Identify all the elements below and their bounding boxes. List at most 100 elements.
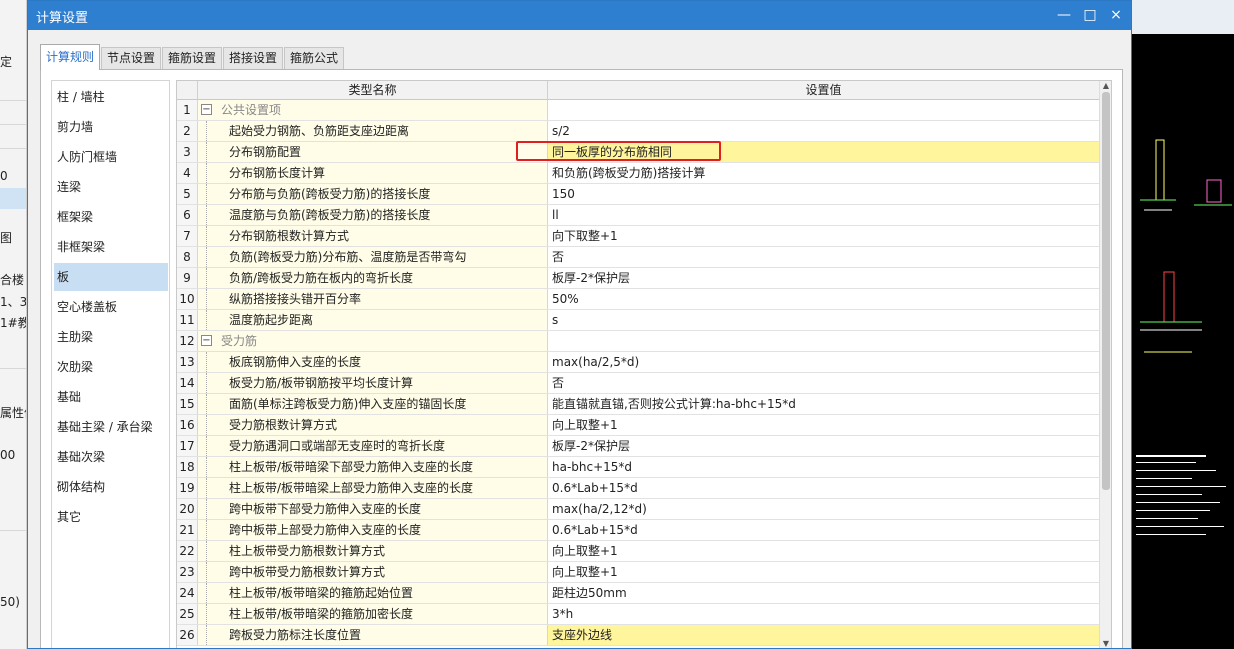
setting-row[interactable]: 13 板底钢筋伸入支座的长度 max(ha/2,5*d)	[177, 352, 1099, 373]
setting-value-cell[interactable]: 能直锚就直锚,否则按公式计算:ha-bhc+15*d	[548, 394, 1099, 414]
setting-name-cell[interactable]: 纵筋搭接接头错开百分率	[198, 289, 548, 309]
setting-name-cell[interactable]: − 公共设置项	[198, 100, 548, 120]
setting-value-cell[interactable]	[548, 331, 1099, 351]
cad-drawing-area[interactable]	[1132, 0, 1234, 649]
setting-name-cell[interactable]: 柱上板带/板带暗梁上部受力筋伸入支座的长度	[198, 478, 548, 498]
category-item[interactable]: 柱 / 墙柱	[54, 83, 168, 111]
setting-name-cell[interactable]: 柱上板带/板带暗梁下部受力筋伸入支座的长度	[198, 457, 548, 477]
collapse-toggle-icon[interactable]: −	[201, 335, 212, 346]
setting-value-cell[interactable]: 150	[548, 184, 1099, 204]
setting-row[interactable]: 7 分布钢筋根数计算方式 向下取整+1	[177, 226, 1099, 247]
setting-value-cell[interactable]: 3*h	[548, 604, 1099, 624]
setting-row[interactable]: 5 分布筋与负筋(跨板受力筋)的搭接长度 150	[177, 184, 1099, 205]
setting-name-cell[interactable]: 温度筋起步距离	[198, 310, 548, 330]
setting-name-cell[interactable]: 温度筋与负筋(跨板受力筋)的搭接长度	[198, 205, 548, 225]
setting-name-cell[interactable]: 柱上板带/板带暗梁的箍筋起始位置	[198, 583, 548, 603]
setting-value-cell[interactable]	[548, 100, 1099, 120]
category-item[interactable]: 基础主梁 / 承台梁	[54, 413, 168, 441]
setting-value-cell[interactable]: max(ha/2,5*d)	[548, 352, 1099, 372]
minimize-icon[interactable]: —	[1052, 4, 1076, 26]
setting-row[interactable]: 4 分布钢筋长度计算 和负筋(跨板受力筋)搭接计算	[177, 163, 1099, 184]
category-item[interactable]: 人防门框墙	[54, 143, 168, 171]
setting-value-cell[interactable]: 和负筋(跨板受力筋)搭接计算	[548, 163, 1099, 183]
setting-name-cell[interactable]: 负筋/跨板受力筋在板内的弯折长度	[198, 268, 548, 288]
setting-row[interactable]: 23 跨中板带受力筋根数计算方式 向上取整+1	[177, 562, 1099, 583]
setting-value-cell[interactable]: 距柱边50mm	[548, 583, 1099, 603]
setting-row[interactable]: 22 柱上板带受力筋根数计算方式 向上取整+1	[177, 541, 1099, 562]
setting-value-cell[interactable]: 板厚-2*保护层	[548, 436, 1099, 456]
setting-value-cell[interactable]: 向上取整+1	[548, 541, 1099, 561]
setting-name-cell[interactable]: 跨中板带受力筋根数计算方式	[198, 562, 548, 582]
setting-row[interactable]: 20 跨中板带下部受力筋伸入支座的长度 max(ha/2,12*d)	[177, 499, 1099, 520]
setting-name-cell[interactable]: 跨中板带下部受力筋伸入支座的长度	[198, 499, 548, 519]
category-item[interactable]: 连梁	[54, 173, 168, 201]
category-item[interactable]: 空心楼盖板	[54, 293, 168, 321]
setting-name-cell[interactable]: 受力筋根数计算方式	[198, 415, 548, 435]
category-item[interactable]: 框架梁	[54, 203, 168, 231]
setting-name-cell[interactable]: 分布钢筋根数计算方式	[198, 226, 548, 246]
scrollbar-thumb[interactable]	[1102, 92, 1110, 490]
close-icon[interactable]: ×	[1104, 4, 1128, 26]
category-item[interactable]: 主肋梁	[54, 323, 168, 351]
setting-value-cell[interactable]: 0.6*Lab+15*d	[548, 520, 1099, 540]
setting-name-cell[interactable]: 起始受力钢筋、负筋距支座边距离	[198, 121, 548, 141]
setting-value-cell[interactable]: 向上取整+1	[548, 562, 1099, 582]
category-item[interactable]: 次肋梁	[54, 353, 168, 381]
setting-value-cell[interactable]: 支座外边线	[548, 625, 1099, 645]
setting-row[interactable]: 17 受力筋遇洞口或端部无支座时的弯折长度 板厚-2*保护层	[177, 436, 1099, 457]
setting-row[interactable]: 19 柱上板带/板带暗梁上部受力筋伸入支座的长度 0.6*Lab+15*d	[177, 478, 1099, 499]
setting-value-cell[interactable]: ll	[548, 205, 1099, 225]
setting-value-cell[interactable]: 向下取整+1	[548, 226, 1099, 246]
maximize-icon[interactable]: □	[1078, 4, 1102, 26]
setting-name-cell[interactable]: 柱上板带受力筋根数计算方式	[198, 541, 548, 561]
vertical-scrollbar[interactable]: ▲ ▼	[1099, 81, 1111, 648]
scroll-up-icon[interactable]: ▲	[1101, 81, 1111, 91]
setting-value-cell[interactable]: max(ha/2,12*d)	[548, 499, 1099, 519]
group-row[interactable]: 12− 受力筋	[177, 331, 1099, 352]
background-selected-row[interactable]	[0, 188, 26, 209]
tab-stirrup-formula[interactable]: 箍筋公式	[284, 47, 345, 69]
tab-lap-settings[interactable]: 搭接设置	[223, 47, 284, 69]
setting-row[interactable]: 14 板受力筋/板带钢筋按平均长度计算 否	[177, 373, 1099, 394]
category-item[interactable]: 其它	[54, 503, 168, 531]
setting-value-cell[interactable]: 同一板厚的分布筋相同	[548, 142, 1099, 162]
setting-row[interactable]: 18 柱上板带/板带暗梁下部受力筋伸入支座的长度 ha-bhc+15*d	[177, 457, 1099, 478]
tab-stirrup-settings[interactable]: 箍筋设置	[162, 47, 223, 69]
setting-row[interactable]: 9 负筋/跨板受力筋在板内的弯折长度 板厚-2*保护层	[177, 268, 1099, 289]
setting-row[interactable]: 25 柱上板带/板带暗梁的箍筋加密长度 3*h	[177, 604, 1099, 625]
setting-name-cell[interactable]: 受力筋遇洞口或端部无支座时的弯折长度	[198, 436, 548, 456]
setting-name-cell[interactable]: 跨板受力筋标注长度位置	[198, 625, 548, 645]
setting-name-cell[interactable]: 分布钢筋长度计算	[198, 163, 548, 183]
setting-value-cell[interactable]: 0.6*Lab+15*d	[548, 478, 1099, 498]
setting-value-cell[interactable]: 否	[548, 373, 1099, 393]
category-item[interactable]: 砌体结构	[54, 473, 168, 501]
setting-row[interactable]: 16 受力筋根数计算方式 向上取整+1	[177, 415, 1099, 436]
setting-value-cell[interactable]: 50%	[548, 289, 1099, 309]
setting-row[interactable]: 10 纵筋搭接接头错开百分率 50%	[177, 289, 1099, 310]
setting-row[interactable]: 24 柱上板带/板带暗梁的箍筋起始位置 距柱边50mm	[177, 583, 1099, 604]
setting-name-cell[interactable]: 分布筋与负筋(跨板受力筋)的搭接长度	[198, 184, 548, 204]
category-item[interactable]: 基础次梁	[54, 443, 168, 471]
setting-name-cell[interactable]: 分布钢筋配置	[198, 142, 548, 162]
setting-value-cell[interactable]: s/2	[548, 121, 1099, 141]
category-item[interactable]: 剪力墙	[54, 113, 168, 141]
collapse-toggle-icon[interactable]: −	[201, 104, 212, 115]
setting-value-cell[interactable]: 板厚-2*保护层	[548, 268, 1099, 288]
setting-row[interactable]: 26 跨板受力筋标注长度位置 支座外边线	[177, 625, 1099, 646]
setting-name-cell[interactable]: 跨中板带上部受力筋伸入支座的长度	[198, 520, 548, 540]
category-item[interactable]: 基础	[54, 383, 168, 411]
tab-node-settings[interactable]: 节点设置	[101, 47, 162, 69]
category-item-selected[interactable]: 板	[54, 263, 168, 291]
setting-name-cell[interactable]: 板受力筋/板带钢筋按平均长度计算	[198, 373, 548, 393]
setting-name-cell[interactable]: − 受力筋	[198, 331, 548, 351]
setting-row[interactable]: 11 温度筋起步距离 s	[177, 310, 1099, 331]
setting-value-cell[interactable]: 否	[548, 247, 1099, 267]
group-row[interactable]: 1− 公共设置项	[177, 100, 1099, 121]
tab-calculation-rules[interactable]: 计算规则	[40, 44, 101, 70]
setting-value-cell[interactable]: s	[548, 310, 1099, 330]
scroll-down-icon[interactable]: ▼	[1101, 639, 1111, 648]
setting-row[interactable]: 8 负筋(跨板受力筋)分布筋、温度筋是否带弯勾 否	[177, 247, 1099, 268]
category-item[interactable]: 非框架梁	[54, 233, 168, 261]
setting-name-cell[interactable]: 负筋(跨板受力筋)分布筋、温度筋是否带弯勾	[198, 247, 548, 267]
setting-row[interactable]: 15 面筋(单标注跨板受力筋)伸入支座的锚固长度 能直锚就直锚,否则按公式计算:ha…	[177, 394, 1099, 415]
